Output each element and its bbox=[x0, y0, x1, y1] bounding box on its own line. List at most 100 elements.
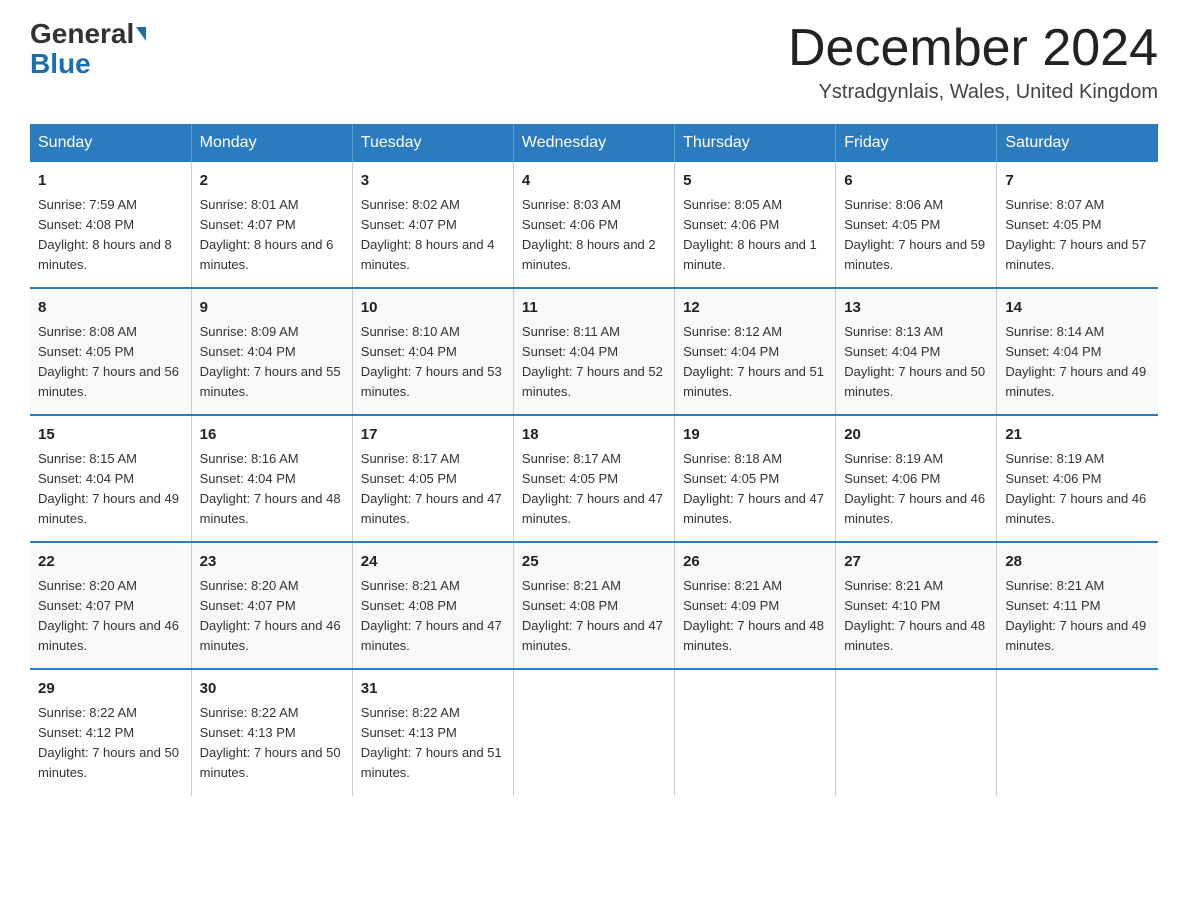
logo-triangle-icon bbox=[136, 27, 146, 41]
calendar-day-cell: 18Sunrise: 8:17 AMSunset: 4:05 PMDayligh… bbox=[513, 415, 674, 542]
calendar-day-cell bbox=[836, 669, 997, 795]
calendar-day-cell: 24Sunrise: 8:21 AMSunset: 4:08 PMDayligh… bbox=[352, 542, 513, 669]
day-number: 29 bbox=[38, 678, 183, 701]
day-info: Sunrise: 8:02 AMSunset: 4:07 PMDaylight:… bbox=[361, 195, 505, 276]
day-number: 24 bbox=[361, 551, 505, 574]
calendar-day-cell: 6Sunrise: 8:06 AMSunset: 4:05 PMDaylight… bbox=[836, 162, 997, 288]
day-number: 25 bbox=[522, 551, 666, 574]
calendar-day-cell: 15Sunrise: 8:15 AMSunset: 4:04 PMDayligh… bbox=[30, 415, 191, 542]
day-info: Sunrise: 7:59 AMSunset: 4:08 PMDaylight:… bbox=[38, 195, 183, 276]
title-section: December 2024 Ystradgynlais, Wales, Unit… bbox=[788, 20, 1158, 104]
calendar-day-cell: 29Sunrise: 8:22 AMSunset: 4:12 PMDayligh… bbox=[30, 669, 191, 795]
day-info: Sunrise: 8:21 AMSunset: 4:08 PMDaylight:… bbox=[522, 576, 666, 657]
day-info: Sunrise: 8:05 AMSunset: 4:06 PMDaylight:… bbox=[683, 195, 827, 276]
calendar-day-cell: 20Sunrise: 8:19 AMSunset: 4:06 PMDayligh… bbox=[836, 415, 997, 542]
day-info: Sunrise: 8:06 AMSunset: 4:05 PMDaylight:… bbox=[844, 195, 988, 276]
calendar-week-row: 8Sunrise: 8:08 AMSunset: 4:05 PMDaylight… bbox=[30, 288, 1158, 415]
day-number: 8 bbox=[38, 297, 183, 320]
day-number: 4 bbox=[522, 170, 666, 193]
logo-general-text: General bbox=[30, 20, 134, 48]
month-title: December 2024 bbox=[788, 20, 1158, 77]
day-number: 30 bbox=[200, 678, 344, 701]
col-friday: Friday bbox=[836, 124, 997, 162]
day-number: 14 bbox=[1005, 297, 1150, 320]
calendar-week-row: 1Sunrise: 7:59 AMSunset: 4:08 PMDaylight… bbox=[30, 162, 1158, 288]
calendar-day-cell: 12Sunrise: 8:12 AMSunset: 4:04 PMDayligh… bbox=[675, 288, 836, 415]
calendar-day-cell: 26Sunrise: 8:21 AMSunset: 4:09 PMDayligh… bbox=[675, 542, 836, 669]
calendar-day-cell: 2Sunrise: 8:01 AMSunset: 4:07 PMDaylight… bbox=[191, 162, 352, 288]
logo-blue-text: Blue bbox=[30, 48, 91, 80]
day-number: 21 bbox=[1005, 424, 1150, 447]
day-number: 11 bbox=[522, 297, 666, 320]
day-number: 18 bbox=[522, 424, 666, 447]
day-info: Sunrise: 8:15 AMSunset: 4:04 PMDaylight:… bbox=[38, 449, 183, 530]
calendar-day-cell: 19Sunrise: 8:18 AMSunset: 4:05 PMDayligh… bbox=[675, 415, 836, 542]
calendar-body: 1Sunrise: 7:59 AMSunset: 4:08 PMDaylight… bbox=[30, 162, 1158, 795]
calendar-day-cell: 21Sunrise: 8:19 AMSunset: 4:06 PMDayligh… bbox=[997, 415, 1158, 542]
calendar-day-cell: 11Sunrise: 8:11 AMSunset: 4:04 PMDayligh… bbox=[513, 288, 674, 415]
day-number: 27 bbox=[844, 551, 988, 574]
calendar-day-cell: 8Sunrise: 8:08 AMSunset: 4:05 PMDaylight… bbox=[30, 288, 191, 415]
calendar-day-cell: 3Sunrise: 8:02 AMSunset: 4:07 PMDaylight… bbox=[352, 162, 513, 288]
day-info: Sunrise: 8:22 AMSunset: 4:13 PMDaylight:… bbox=[361, 703, 505, 784]
calendar-day-cell: 9Sunrise: 8:09 AMSunset: 4:04 PMDaylight… bbox=[191, 288, 352, 415]
calendar-day-cell bbox=[997, 669, 1158, 795]
day-info: Sunrise: 8:11 AMSunset: 4:04 PMDaylight:… bbox=[522, 322, 666, 403]
day-number: 31 bbox=[361, 678, 505, 701]
day-info: Sunrise: 8:21 AMSunset: 4:08 PMDaylight:… bbox=[361, 576, 505, 657]
day-number: 6 bbox=[844, 170, 988, 193]
location-subtitle: Ystradgynlais, Wales, United Kingdom bbox=[788, 81, 1158, 104]
day-info: Sunrise: 8:20 AMSunset: 4:07 PMDaylight:… bbox=[200, 576, 344, 657]
calendar-day-cell: 28Sunrise: 8:21 AMSunset: 4:11 PMDayligh… bbox=[997, 542, 1158, 669]
day-info: Sunrise: 8:18 AMSunset: 4:05 PMDaylight:… bbox=[683, 449, 827, 530]
day-number: 13 bbox=[844, 297, 988, 320]
day-info: Sunrise: 8:07 AMSunset: 4:05 PMDaylight:… bbox=[1005, 195, 1150, 276]
day-info: Sunrise: 8:13 AMSunset: 4:04 PMDaylight:… bbox=[844, 322, 988, 403]
day-info: Sunrise: 8:21 AMSunset: 4:11 PMDaylight:… bbox=[1005, 576, 1150, 657]
day-info: Sunrise: 8:22 AMSunset: 4:12 PMDaylight:… bbox=[38, 703, 183, 784]
day-number: 22 bbox=[38, 551, 183, 574]
calendar-day-cell: 23Sunrise: 8:20 AMSunset: 4:07 PMDayligh… bbox=[191, 542, 352, 669]
calendar-day-cell: 25Sunrise: 8:21 AMSunset: 4:08 PMDayligh… bbox=[513, 542, 674, 669]
day-info: Sunrise: 8:08 AMSunset: 4:05 PMDaylight:… bbox=[38, 322, 183, 403]
calendar-day-cell: 4Sunrise: 8:03 AMSunset: 4:06 PMDaylight… bbox=[513, 162, 674, 288]
calendar-day-cell: 31Sunrise: 8:22 AMSunset: 4:13 PMDayligh… bbox=[352, 669, 513, 795]
day-number: 2 bbox=[200, 170, 344, 193]
col-tuesday: Tuesday bbox=[352, 124, 513, 162]
calendar-week-row: 29Sunrise: 8:22 AMSunset: 4:12 PMDayligh… bbox=[30, 669, 1158, 795]
col-wednesday: Wednesday bbox=[513, 124, 674, 162]
day-info: Sunrise: 8:17 AMSunset: 4:05 PMDaylight:… bbox=[522, 449, 666, 530]
day-number: 16 bbox=[200, 424, 344, 447]
calendar-week-row: 15Sunrise: 8:15 AMSunset: 4:04 PMDayligh… bbox=[30, 415, 1158, 542]
day-number: 23 bbox=[200, 551, 344, 574]
day-info: Sunrise: 8:19 AMSunset: 4:06 PMDaylight:… bbox=[1005, 449, 1150, 530]
col-saturday: Saturday bbox=[997, 124, 1158, 162]
calendar-week-row: 22Sunrise: 8:20 AMSunset: 4:07 PMDayligh… bbox=[30, 542, 1158, 669]
calendar-table: Sunday Monday Tuesday Wednesday Thursday… bbox=[30, 124, 1158, 795]
day-info: Sunrise: 8:01 AMSunset: 4:07 PMDaylight:… bbox=[200, 195, 344, 276]
calendar-day-cell: 5Sunrise: 8:05 AMSunset: 4:06 PMDaylight… bbox=[675, 162, 836, 288]
day-info: Sunrise: 8:21 AMSunset: 4:10 PMDaylight:… bbox=[844, 576, 988, 657]
day-info: Sunrise: 8:16 AMSunset: 4:04 PMDaylight:… bbox=[200, 449, 344, 530]
col-monday: Monday bbox=[191, 124, 352, 162]
day-number: 5 bbox=[683, 170, 827, 193]
calendar-day-cell: 30Sunrise: 8:22 AMSunset: 4:13 PMDayligh… bbox=[191, 669, 352, 795]
calendar-day-cell bbox=[513, 669, 674, 795]
day-info: Sunrise: 8:12 AMSunset: 4:04 PMDaylight:… bbox=[683, 322, 827, 403]
day-info: Sunrise: 8:17 AMSunset: 4:05 PMDaylight:… bbox=[361, 449, 505, 530]
calendar-day-cell: 27Sunrise: 8:21 AMSunset: 4:10 PMDayligh… bbox=[836, 542, 997, 669]
day-info: Sunrise: 8:20 AMSunset: 4:07 PMDaylight:… bbox=[38, 576, 183, 657]
page-header: General Blue December 2024 Ystradgynlais… bbox=[30, 20, 1158, 104]
calendar-day-cell: 14Sunrise: 8:14 AMSunset: 4:04 PMDayligh… bbox=[997, 288, 1158, 415]
calendar-day-cell: 7Sunrise: 8:07 AMSunset: 4:05 PMDaylight… bbox=[997, 162, 1158, 288]
day-info: Sunrise: 8:19 AMSunset: 4:06 PMDaylight:… bbox=[844, 449, 988, 530]
calendar-header: Sunday Monday Tuesday Wednesday Thursday… bbox=[30, 124, 1158, 162]
calendar-day-cell: 16Sunrise: 8:16 AMSunset: 4:04 PMDayligh… bbox=[191, 415, 352, 542]
calendar-day-cell: 10Sunrise: 8:10 AMSunset: 4:04 PMDayligh… bbox=[352, 288, 513, 415]
col-sunday: Sunday bbox=[30, 124, 191, 162]
calendar-day-cell: 13Sunrise: 8:13 AMSunset: 4:04 PMDayligh… bbox=[836, 288, 997, 415]
calendar-day-cell: 22Sunrise: 8:20 AMSunset: 4:07 PMDayligh… bbox=[30, 542, 191, 669]
day-info: Sunrise: 8:03 AMSunset: 4:06 PMDaylight:… bbox=[522, 195, 666, 276]
day-number: 7 bbox=[1005, 170, 1150, 193]
calendar-day-cell: 1Sunrise: 7:59 AMSunset: 4:08 PMDaylight… bbox=[30, 162, 191, 288]
